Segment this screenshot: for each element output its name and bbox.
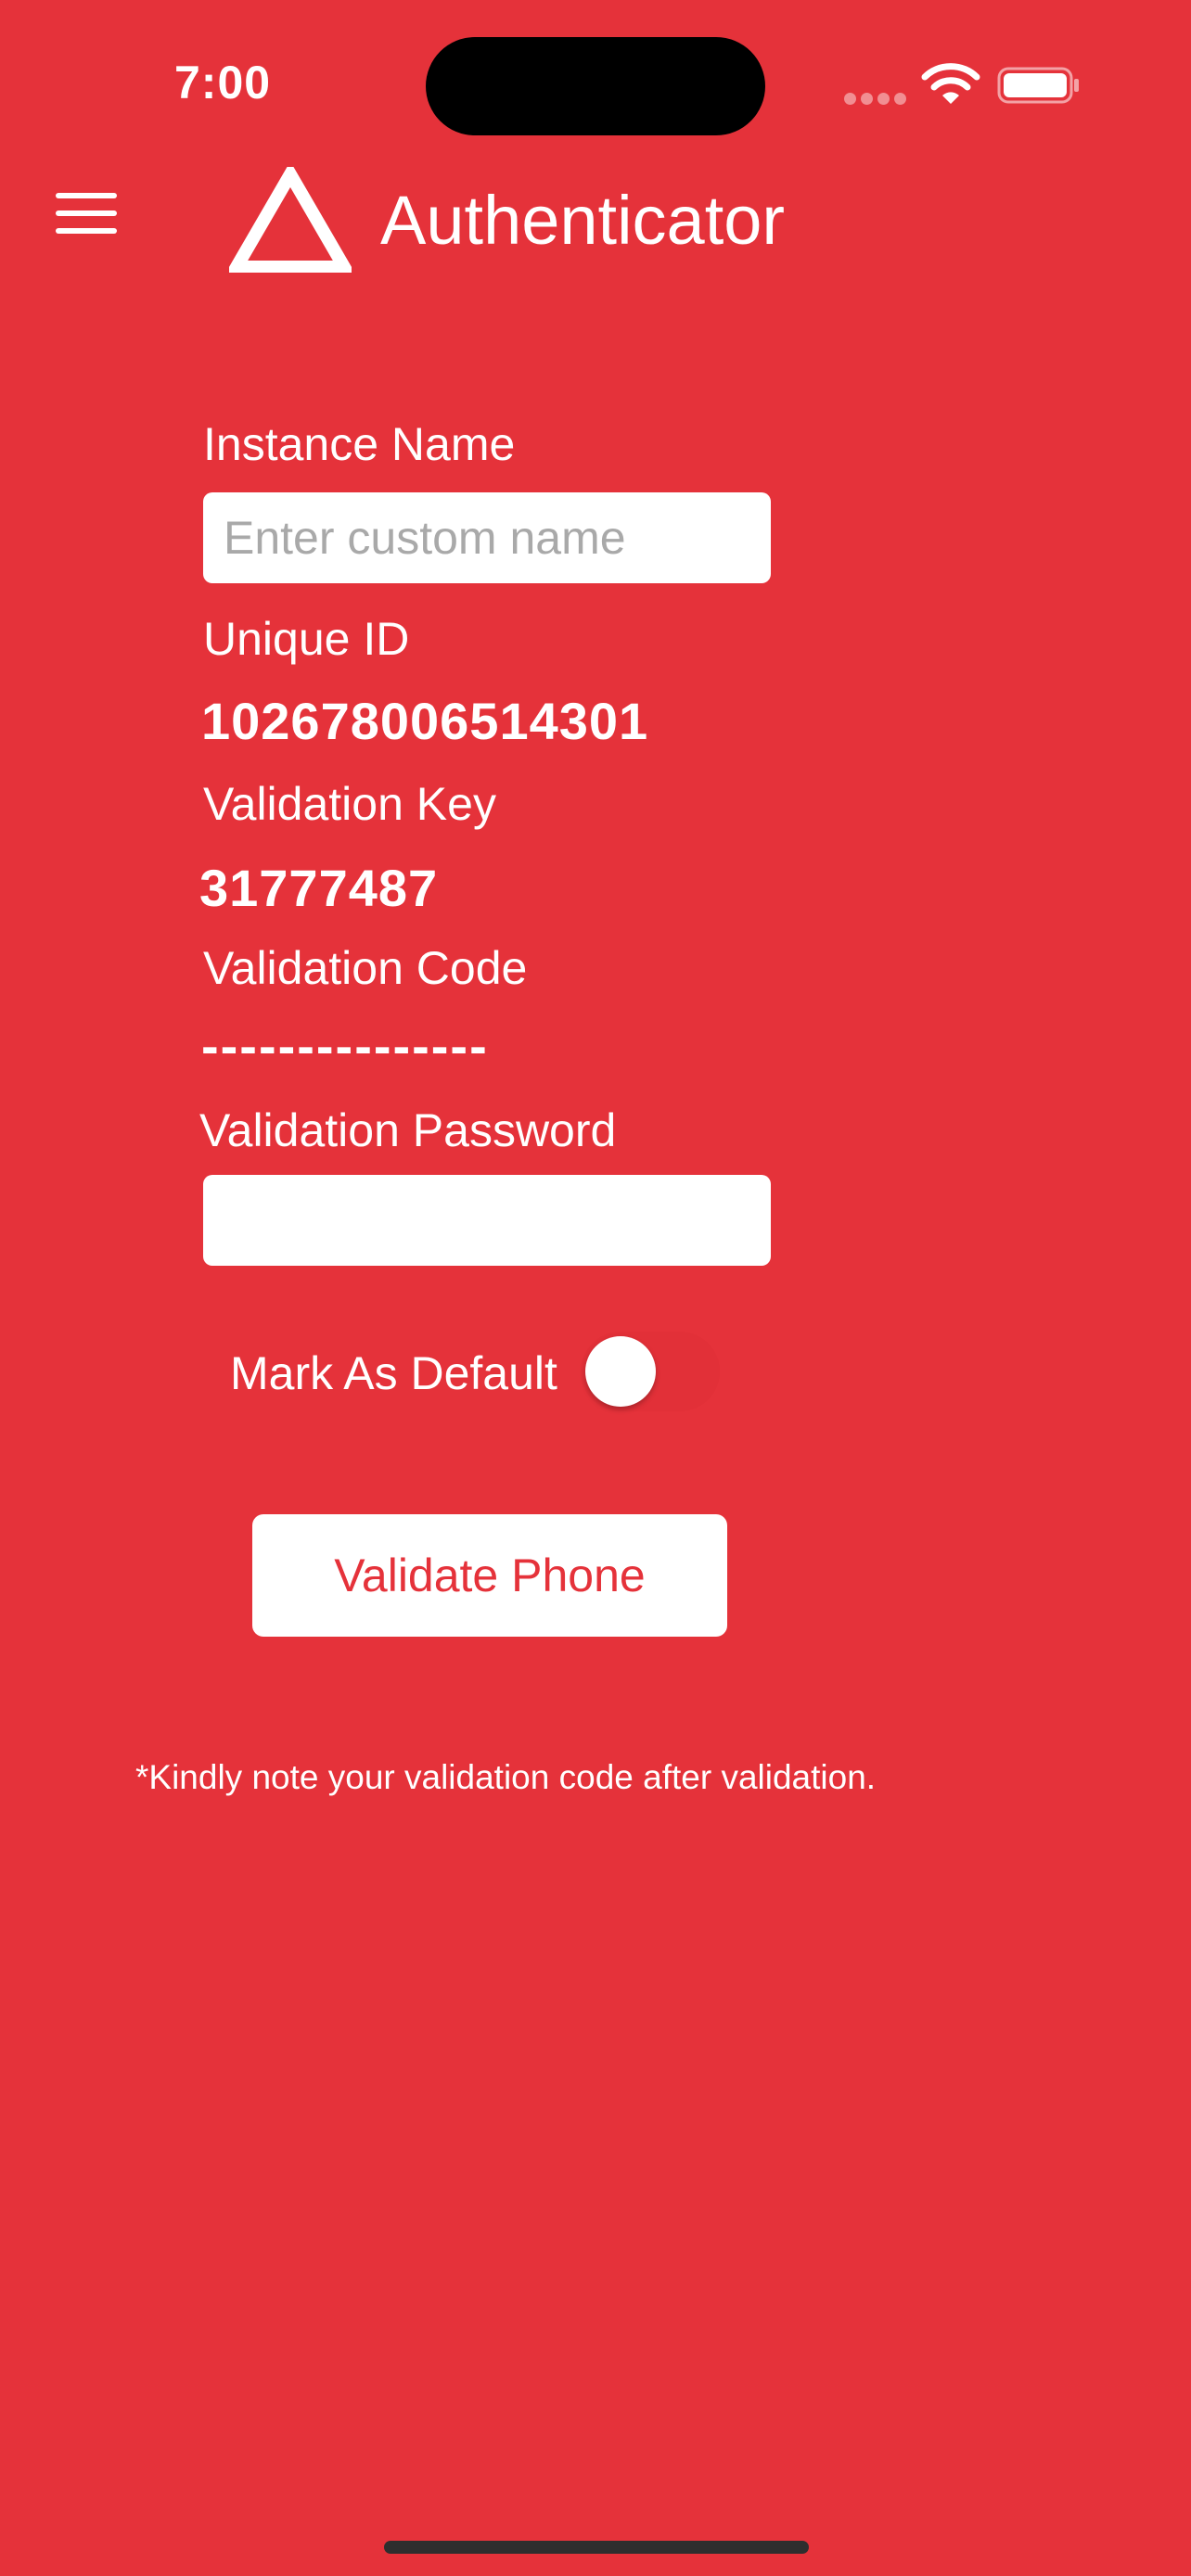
validation-key-label: Validation Key <box>203 778 496 830</box>
status-time: 7:00 <box>174 57 272 108</box>
home-indicator <box>384 2541 809 2554</box>
validate-phone-button[interactable]: Validate Phone <box>252 1514 727 1637</box>
validation-note: *Kindly note your validation code after … <box>135 1758 877 1796</box>
wifi-icon <box>921 63 980 104</box>
toggle-knob <box>585 1336 656 1407</box>
instance-name-input[interactable] <box>203 492 771 583</box>
mark-default-label: Mark As Default <box>230 1347 557 1399</box>
unique-id-value: 102678006514301 <box>201 692 649 750</box>
unique-id-label: Unique ID <box>203 613 410 665</box>
dynamic-island <box>426 37 765 135</box>
app-title: Authenticator <box>380 182 786 259</box>
instance-name-label: Instance Name <box>203 418 516 470</box>
validation-key-value: 31777487 <box>199 859 439 917</box>
triangle-logo-icon <box>229 167 352 273</box>
hamburger-menu-icon[interactable] <box>56 193 117 239</box>
validation-password-input[interactable] <box>203 1175 771 1266</box>
validation-code-label: Validation Code <box>203 942 528 994</box>
cellular-signal-icon <box>844 93 911 109</box>
mark-default-toggle[interactable] <box>581 1332 720 1411</box>
battery-icon <box>997 67 1079 104</box>
validation-code-value: --------------- <box>201 1016 489 1075</box>
validation-password-label: Validation Password <box>199 1104 617 1156</box>
